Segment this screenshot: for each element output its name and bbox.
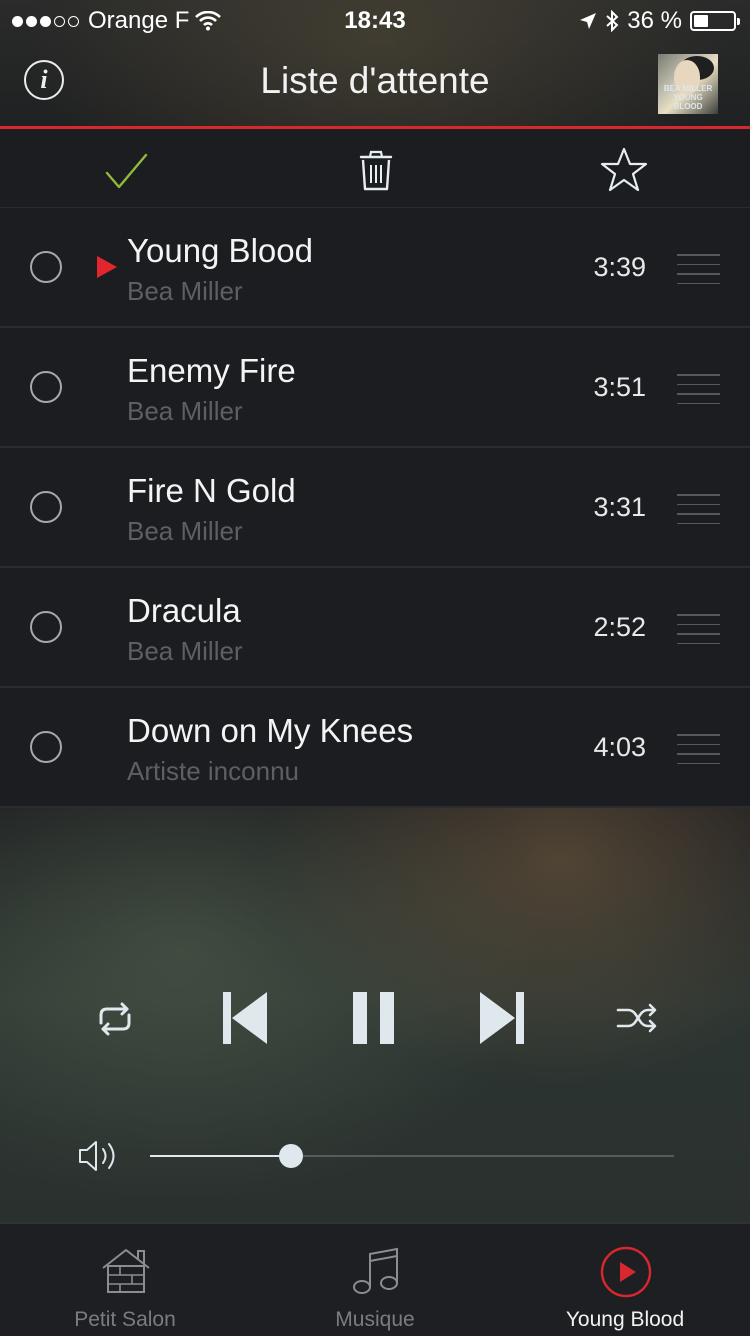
tab-musique[interactable]: Musique — [250, 1224, 500, 1336]
skip-next-icon[interactable] — [479, 992, 525, 1044]
music-note-icon — [353, 1247, 398, 1294]
track-title: Down on My Knees — [127, 712, 414, 749]
volume-control — [0, 1130, 750, 1180]
volume-fill — [150, 1155, 291, 1157]
bluetooth-icon — [606, 10, 619, 32]
track-artist: Bea Miller — [127, 396, 243, 426]
now-playing-icon — [600, 1246, 652, 1298]
select-radio[interactable] — [30, 731, 62, 763]
drag-handle-icon[interactable] — [677, 614, 720, 644]
select-radio[interactable] — [30, 371, 62, 403]
tab-petit-salon[interactable]: Petit Salon — [0, 1224, 250, 1336]
status-right-group: 36 % — [579, 7, 740, 35]
queue-row[interactable]: Enemy Fire Bea Miller 3:51 — [0, 328, 750, 448]
select-radio[interactable] — [30, 611, 62, 643]
track-duration: 3:31 — [593, 492, 646, 522]
track-title: Enemy Fire — [127, 352, 296, 389]
status-bar: Orange F 18:43 36 % — [0, 0, 750, 40]
album-art-title: YOUNG BLOOD — [673, 93, 703, 111]
repeat-icon[interactable] — [93, 997, 137, 1041]
volume-slider[interactable] — [150, 1144, 674, 1168]
nav-header: i Liste d'attente BEA MILLER YOUNG BLOOD — [0, 40, 750, 126]
queue-row[interactable]: Fire N Gold Bea Miller 3:31 — [0, 448, 750, 568]
tab-label: Young Blood — [565, 1308, 685, 1331]
volume-knob[interactable] — [279, 1144, 303, 1168]
shuffle-icon[interactable] — [616, 1000, 658, 1036]
queue-list: Young Blood Bea Miller 3:39 Enemy Fire B… — [0, 208, 750, 808]
house-icon — [102, 1249, 150, 1293]
track-duration: 4:03 — [593, 732, 646, 762]
track-artist: Bea Miller — [127, 636, 243, 666]
tab-young-blood[interactable]: Young Blood — [500, 1224, 750, 1336]
player-controls — [0, 980, 750, 1060]
album-art-artist: BEA MILLER — [663, 84, 713, 93]
track-title: Fire N Gold — [127, 472, 296, 509]
queue-toolbar — [0, 129, 750, 209]
track-title: Young Blood — [127, 232, 313, 269]
skip-previous-icon[interactable] — [222, 992, 268, 1044]
track-duration: 3:39 — [593, 252, 646, 282]
favorite-star-icon[interactable] — [599, 145, 649, 195]
queue-row[interactable]: Dracula Bea Miller 2:52 — [0, 568, 750, 688]
page-title: Liste d'attente — [260, 60, 490, 101]
pause-icon[interactable] — [353, 992, 395, 1044]
battery-percent: 36 % — [627, 7, 682, 34]
tab-bar: Petit Salon Musique Young Blood — [0, 1222, 750, 1336]
tab-label: Petit Salon — [74, 1308, 176, 1331]
battery-icon — [690, 11, 740, 31]
tab-label: Musique — [335, 1308, 415, 1331]
track-artist: Bea Miller — [127, 276, 243, 306]
speaker-icon — [79, 1141, 115, 1171]
drag-handle-icon[interactable] — [677, 494, 720, 524]
queue-row[interactable]: Young Blood Bea Miller 3:39 — [0, 208, 750, 328]
select-radio[interactable] — [30, 251, 62, 283]
album-art-thumbnail[interactable]: BEA MILLER YOUNG BLOOD — [658, 54, 718, 114]
now-playing-indicator-icon — [97, 256, 117, 278]
track-artist: Bea Miller — [127, 516, 243, 546]
drag-handle-icon[interactable] — [677, 254, 720, 284]
trash-icon[interactable] — [351, 145, 401, 195]
track-duration: 3:51 — [593, 372, 646, 402]
track-duration: 2:52 — [593, 612, 646, 642]
track-title: Dracula — [127, 592, 241, 629]
track-artist: Artiste inconnu — [127, 756, 299, 786]
drag-handle-icon[interactable] — [677, 734, 720, 764]
queue-row[interactable]: Down on My Knees Artiste inconnu 4:03 — [0, 688, 750, 808]
location-arrow-icon — [580, 13, 597, 29]
select-radio[interactable] — [30, 491, 62, 523]
select-check-icon[interactable] — [101, 145, 151, 195]
drag-handle-icon[interactable] — [677, 374, 720, 404]
